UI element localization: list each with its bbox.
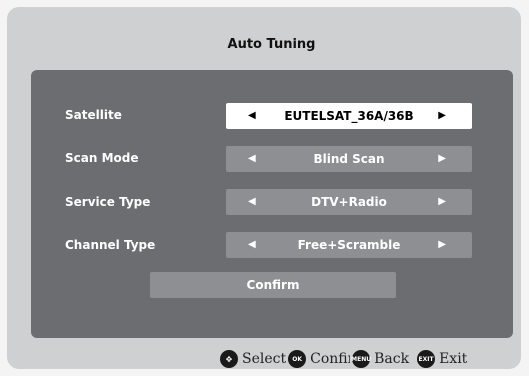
exit-hint-label: Exit (439, 351, 468, 367)
service-type-label: Service Type (65, 195, 151, 209)
key-hint-bar: ✥ Select OK Confirm MENU Back EXIT Exit (220, 347, 469, 371)
dpad-icon: ✥ (220, 350, 238, 368)
arrow-left-icon[interactable]: ◀ (248, 146, 256, 172)
ok-icon: OK (288, 350, 307, 368)
menu-icon: MENU (351, 350, 371, 368)
service-type-selector[interactable]: ◀ DTV+Radio ▶ (226, 189, 472, 215)
scan-mode-label: Scan Mode (65, 151, 139, 165)
channel-type-value: Free+Scramble (297, 238, 401, 252)
arrow-right-icon[interactable]: ▶ (438, 146, 446, 172)
service-type-value: DTV+Radio (311, 195, 387, 209)
scan-mode-value: Blind Scan (313, 152, 385, 166)
arrow-right-icon[interactable]: ▶ (438, 232, 446, 258)
channel-type-selector[interactable]: ◀ Free+Scramble ▶ (226, 232, 472, 258)
satellite-label: Satellite (65, 108, 122, 122)
select-hint-label: Select (242, 351, 287, 367)
confirm-hint-label: Confirm (310, 351, 350, 367)
channel-type-label: Channel Type (65, 238, 156, 252)
arrow-right-icon[interactable]: ▶ (438, 103, 446, 129)
arrow-right-icon[interactable]: ▶ (438, 189, 446, 215)
satellite-selector[interactable]: ◀ EUTELSAT_36A/36B ▶ (226, 103, 472, 129)
arrow-left-icon[interactable]: ◀ (248, 232, 256, 258)
satellite-value: EUTELSAT_36A/36B (284, 109, 414, 123)
confirm-button[interactable]: Confirm (150, 272, 396, 298)
arrow-left-icon[interactable]: ◀ (248, 189, 256, 215)
page-title: Auto Tuning (227, 37, 316, 52)
scan-mode-selector[interactable]: ◀ Blind Scan ▶ (226, 146, 472, 172)
back-hint-label: Back (374, 351, 410, 367)
arrow-left-icon[interactable]: ◀ (248, 103, 256, 129)
exit-icon: EXIT (417, 350, 436, 368)
